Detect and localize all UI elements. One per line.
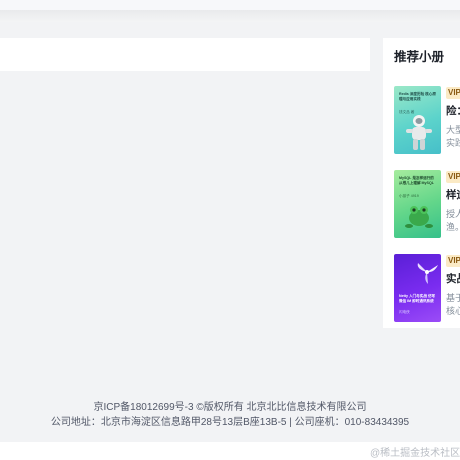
book-item-mysql[interactable]: MySQL 是怎样运行的 从根儿上理解 MySQL 小孩子 4919 VIP 样… bbox=[394, 170, 460, 238]
top-navigation-bar bbox=[0, 0, 460, 10]
book-cover[interactable]: MySQL 是怎样运行的 从根儿上理解 MySQL 小孩子 4919 bbox=[394, 170, 441, 238]
footer-address-line: 公司地址：北京市海淀区信息路甲28号13层B座13B-5 | 公司座机：010-… bbox=[50, 417, 410, 428]
book-title[interactable]: 样运 bbox=[446, 187, 460, 202]
book-cover-title: MySQL 是怎样运行的 从根儿上理解 MySQL bbox=[399, 176, 434, 185]
book-description: 授人 渔。 bbox=[446, 208, 460, 234]
book-item-redis[interactable]: Redis 深度历险 核心原理与应用实践 钱文品 著 VIP 险： 大型 实践 bbox=[394, 86, 460, 154]
book-description-line: 大型 bbox=[446, 125, 460, 135]
book-cover-author: 小孩子 4919 bbox=[399, 194, 419, 198]
vip-badge: VIP bbox=[446, 171, 460, 183]
book-description-line: 实践 bbox=[446, 138, 460, 148]
book-title[interactable]: 实战 bbox=[446, 271, 460, 286]
astronaut-illustration-icon bbox=[406, 115, 432, 150]
footer-icp-line[interactable]: 京ICP备18012699号-3 ©版权所有 北京北比信息技术有限公司 bbox=[0, 398, 460, 413]
book-description-line: 核心 bbox=[446, 306, 460, 316]
book-description-line: 基于 bbox=[446, 293, 460, 303]
book-title[interactable]: 险： bbox=[446, 103, 460, 118]
vip-badge: VIP bbox=[446, 255, 460, 267]
book-description-line: 授人 bbox=[446, 209, 460, 219]
book-cover[interactable]: Redis 深度历险 核心原理与应用实践 钱文品 著 bbox=[394, 86, 441, 154]
book-item-netty[interactable]: Netty 入门与实战 仿写微信 IM 即时通讯系统 闪电侠 VIP 实战 基于… bbox=[394, 254, 460, 322]
book-description: 大型 实践 bbox=[446, 124, 460, 150]
book-cover-author: 闪电侠 bbox=[399, 310, 410, 314]
book-description-line: 渔。 bbox=[446, 222, 460, 232]
frog-illustration-icon bbox=[405, 206, 433, 228]
sidebar-title: 推荐小册 bbox=[394, 50, 445, 64]
propeller-illustration-icon bbox=[417, 263, 438, 284]
vip-badge: VIP bbox=[446, 87, 460, 99]
watermark: @稀土掘金技术社区 bbox=[370, 448, 460, 459]
main-content-card bbox=[0, 38, 370, 71]
recommended-books-panel: 推荐小册 Redis 深度历险 核心原理与应用实践 钱文品 著 VIP 险： 大… bbox=[383, 38, 460, 328]
book-cover-title: Redis 深度历险 核心原理与应用实践 bbox=[399, 92, 436, 101]
header-shadow bbox=[0, 10, 460, 22]
book-cover[interactable]: Netty 入门与实战 仿写微信 IM 即时通讯系统 闪电侠 bbox=[394, 254, 441, 322]
book-description: 基于 核心 bbox=[446, 292, 460, 318]
book-cover-title: Netty 入门与实战 仿写微信 IM 即时通讯系统 bbox=[399, 294, 436, 303]
